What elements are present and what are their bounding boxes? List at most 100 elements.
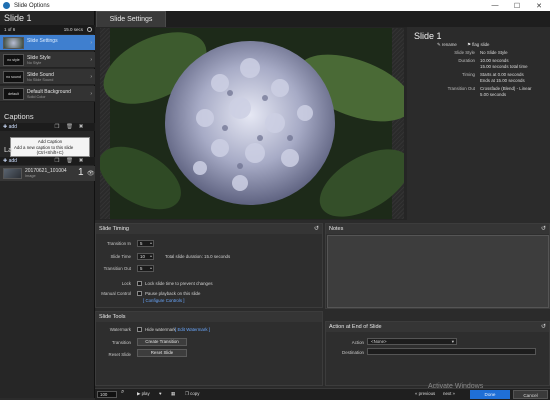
done-button[interactable]: Done bbox=[470, 390, 510, 399]
info-value: Starts at 0.00 seconds bbox=[480, 72, 524, 77]
play-button[interactable]: ▶ play bbox=[137, 391, 150, 397]
chevron-right-icon: › bbox=[90, 57, 92, 63]
transition-label: Transition bbox=[111, 340, 131, 345]
zoom-field[interactable]: 100 bbox=[97, 391, 117, 398]
edit-watermark-link[interactable]: [ Edit Watermark ] bbox=[175, 327, 210, 332]
previous-button[interactable]: « previous bbox=[415, 391, 435, 396]
main-header: Slide Settings bbox=[95, 11, 550, 27]
layer-number: 1 bbox=[78, 167, 84, 178]
maximize-button[interactable]: ☐ bbox=[506, 2, 528, 10]
minimize-button[interactable]: — bbox=[484, 2, 506, 9]
layer-subtitle: No Style bbox=[27, 61, 42, 65]
info-value: Ends at 15.00 seconds bbox=[480, 78, 525, 83]
watermark-label: Watermark bbox=[109, 327, 131, 332]
reset-slide-button[interactable]: Reset Slide bbox=[137, 349, 187, 357]
total-duration-text: Total slide duration: 15.0 seconds bbox=[165, 254, 231, 259]
wrench-icon[interactable]: ✖ bbox=[78, 124, 84, 130]
activate-windows-watermark: Activate Windows bbox=[428, 383, 484, 390]
style-thumbnail: no style bbox=[3, 54, 24, 66]
tab-slide-settings[interactable]: Slide Settings bbox=[96, 11, 166, 27]
notes-textarea[interactable] bbox=[327, 235, 549, 308]
panel-header: Slide Tools bbox=[96, 312, 322, 322]
layer-subtitle: No Slide Sound bbox=[27, 78, 54, 82]
layer-item-image[interactable]: 20170621_101004 Image 1 👁 bbox=[0, 166, 95, 181]
info-label: Transition Out bbox=[447, 86, 475, 91]
trash-icon[interactable]: 🗑 bbox=[66, 124, 73, 130]
layer-default-background[interactable]: default Default Background Solid Color › bbox=[0, 86, 95, 102]
layer-slide-style[interactable]: no style Slide Style No Style › bbox=[0, 52, 95, 68]
slide-duration: 15.0 secs bbox=[63, 27, 83, 32]
info-value: 15.00 seconds total time bbox=[480, 64, 528, 69]
add-caption-button[interactable]: ✚ add bbox=[3, 124, 17, 130]
rename-button[interactable]: ✎ rename bbox=[437, 42, 457, 48]
configure-controls-link[interactable]: [ Configure Controls ] bbox=[143, 298, 185, 303]
captions-toolbar: ✚ add ❐ 🗑 ✖ bbox=[0, 123, 95, 131]
layer-subtitle: Image bbox=[25, 174, 36, 178]
layer-slide-settings[interactable]: Slide Settings › bbox=[0, 35, 95, 51]
panel-header: Notes ↺ bbox=[326, 224, 549, 234]
clock-icon bbox=[87, 26, 92, 32]
manual-control-checkbox[interactable] bbox=[137, 291, 142, 296]
reset-slide-label: Reset Slide bbox=[108, 352, 131, 357]
manual-control-label: Manual Control bbox=[101, 291, 131, 296]
reset-icon[interactable]: ↺ bbox=[541, 323, 546, 330]
transition-in-input[interactable]: 5 bbox=[137, 240, 154, 247]
info-label: Timing bbox=[461, 72, 475, 77]
cancel-button[interactable]: Cancel bbox=[513, 390, 548, 399]
background-thumbnail: default bbox=[3, 88, 24, 100]
reset-icon[interactable]: ↺ bbox=[314, 225, 319, 232]
panel-title: Notes bbox=[329, 226, 344, 232]
panel-header: Slide Timing ↺ bbox=[96, 224, 322, 234]
captions-heading: Captions bbox=[4, 112, 34, 121]
destination-field[interactable] bbox=[367, 348, 536, 355]
panel-header: Action at End of Slide ↺ bbox=[326, 322, 549, 332]
layer-slide-sound[interactable]: no sound Slide Sound No Slide Sound › bbox=[0, 69, 95, 85]
chevron-down-icon: ▾ bbox=[451, 339, 454, 344]
reset-icon[interactable]: ↺ bbox=[541, 225, 546, 232]
tooltip: Add Caption Add a new caption to this sl… bbox=[10, 137, 90, 157]
transition-out-input[interactable]: 5 bbox=[137, 265, 154, 272]
search-icon[interactable]: ⌕ bbox=[121, 389, 124, 396]
close-button[interactable]: ✕ bbox=[528, 2, 550, 10]
hide-watermark-checkbox[interactable] bbox=[137, 327, 142, 332]
slide-info-panel: Slide 1 ✎ rename ⚑ flag slide Slide Styl… bbox=[407, 27, 550, 220]
action-dropdown[interactable]: <None> ▾ bbox=[367, 338, 457, 345]
eye-icon[interactable]: 👁 bbox=[87, 170, 95, 177]
slide-heading: Slide 1 bbox=[4, 13, 32, 23]
destination-label: Destination bbox=[342, 350, 364, 355]
info-value: 5.00 seconds bbox=[480, 92, 507, 97]
transition-out-label: Transition Out bbox=[103, 266, 131, 271]
wrench-icon[interactable]: ✖ bbox=[78, 158, 84, 164]
layers-toolbar: ✚ add ❐ 🗑 ✖ bbox=[0, 157, 95, 165]
slide-thumbnail bbox=[3, 37, 24, 49]
copy-icon[interactable]: ❐ bbox=[54, 124, 60, 130]
slide-time-input[interactable]: 10 bbox=[137, 253, 154, 260]
action-value: <None> bbox=[371, 339, 387, 344]
hydrangea-photo bbox=[100, 28, 404, 219]
app-icon bbox=[3, 2, 10, 9]
info-label: Slide Style bbox=[454, 50, 475, 55]
slide-preview[interactable] bbox=[100, 28, 404, 219]
chevron-right-icon: › bbox=[90, 91, 92, 97]
slide-tools-panel: Slide Tools bbox=[95, 311, 323, 386]
next-button[interactable]: next » bbox=[443, 391, 455, 396]
info-value: 10.00 seconds bbox=[480, 58, 509, 63]
trash-icon[interactable]: 🗑 bbox=[66, 158, 73, 164]
layers-heading: La bbox=[4, 145, 13, 154]
window-title: Slide Options bbox=[14, 2, 50, 9]
heart-icon[interactable]: ♥ bbox=[159, 391, 162, 396]
panel-title: Slide Tools bbox=[99, 314, 126, 320]
slide-index: 1 of 6 bbox=[4, 27, 16, 32]
slide-time-label: Slide Time bbox=[110, 254, 132, 259]
add-layer-button[interactable]: ✚ add bbox=[3, 158, 17, 164]
tooltip-shortcut: (Ctrl+Shift+C) bbox=[36, 150, 64, 156]
hide-watermark-text: Hide watermark bbox=[145, 327, 176, 332]
copy-button[interactable]: ❐ copy bbox=[185, 391, 199, 397]
flag-slide-button[interactable]: ⚑ flag slide bbox=[467, 42, 490, 48]
create-transition-button[interactable]: Create Transition bbox=[137, 338, 187, 346]
grid-icon[interactable]: ▦ bbox=[171, 391, 175, 397]
lock-text: Lock slide time to prevent changes bbox=[145, 281, 213, 286]
slide-count-bar: 1 of 6 15.0 secs bbox=[0, 25, 95, 34]
copy-icon[interactable]: ❐ bbox=[54, 158, 60, 164]
lock-checkbox[interactable] bbox=[137, 281, 142, 286]
